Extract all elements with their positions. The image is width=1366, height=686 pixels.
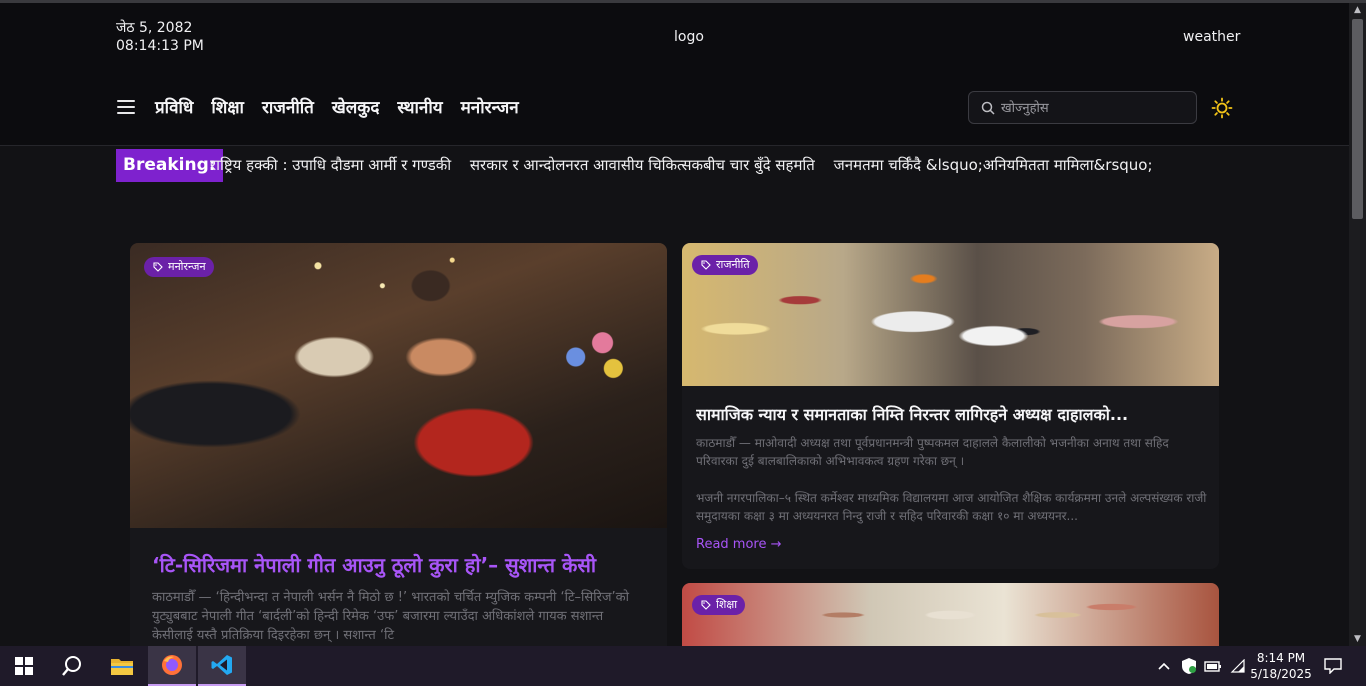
search-box bbox=[968, 91, 1197, 124]
taskbar-clock[interactable]: 8:14 PM 5/18/2025 bbox=[1250, 650, 1312, 682]
firefox-icon bbox=[162, 655, 182, 675]
search-icon bbox=[981, 101, 995, 115]
category-tag-label: राजनीति bbox=[716, 258, 750, 271]
notification-center-icon[interactable] bbox=[1324, 646, 1342, 686]
nav-links: प्रविधि शिक्षा राजनीति खेलकुद स्थानीय मन… bbox=[155, 95, 519, 118]
featured-article-title[interactable]: ‘टि-सिरिजमा नेपाली गीत आउनु ठूलो कुरा हो… bbox=[152, 551, 596, 578]
taskbar-search-button[interactable] bbox=[48, 646, 96, 686]
read-more-link[interactable]: Read more → bbox=[696, 537, 782, 552]
article-excerpt-continued: भजनी नगरपालिका–५ स्थित कर्मेश्वर माध्यमि… bbox=[696, 491, 1207, 523]
nav-item-technology[interactable]: प्रविधि bbox=[155, 95, 193, 118]
taskbar-firefox[interactable] bbox=[148, 646, 196, 686]
windows-taskbar: 8:14 PM 5/18/2025 bbox=[0, 646, 1366, 686]
weather-widget: weather bbox=[1183, 29, 1241, 45]
breaking-label: Breaking: bbox=[116, 149, 223, 182]
start-button[interactable] bbox=[0, 646, 48, 686]
nepali-date: जेठ 5, 2082 bbox=[116, 20, 193, 36]
nav-item-sports[interactable]: खेलकुद bbox=[332, 95, 380, 118]
ticker-item[interactable]: जनमतमा चर्किँदै &lsquo;अनियमितता मामिला&… bbox=[834, 156, 1153, 174]
scrollbar-thumb[interactable] bbox=[1352, 19, 1363, 219]
windows-logo-icon bbox=[15, 657, 33, 675]
tag-icon bbox=[153, 262, 163, 272]
category-tag-label: शिक्षा bbox=[716, 598, 738, 611]
site-logo[interactable]: logo bbox=[674, 29, 704, 45]
scroll-down-arrow-icon[interactable]: ▼ bbox=[1349, 632, 1366, 646]
taskbar-file-explorer[interactable] bbox=[98, 646, 146, 686]
main-nav: प्रविधि शिक्षा राजनीति खेलकुद स्थानीय मन… bbox=[0, 73, 1349, 146]
hamburger-menu-icon[interactable] bbox=[117, 100, 135, 114]
article-card[interactable]: राजनीति सामाजिक न्याय र समानताका निम्ति … bbox=[682, 243, 1219, 569]
nav-item-politics[interactable]: राजनीति bbox=[262, 95, 314, 118]
ticker-item[interactable]: सरकार र आन्दोलनरत आवासीय चिकित्सकबीच चार… bbox=[470, 156, 815, 174]
article-title[interactable]: सामाजिक न्याय र समानताका निम्ति निरन्तर … bbox=[696, 403, 1208, 425]
nav-item-entertainment[interactable]: मनोरन्जन bbox=[461, 95, 519, 118]
folder-icon bbox=[111, 659, 133, 675]
security-shield-icon[interactable] bbox=[1181, 646, 1197, 686]
article-image[interactable] bbox=[682, 583, 1219, 646]
search-icon bbox=[62, 656, 81, 676]
taskbar-date: 5/18/2025 bbox=[1250, 667, 1312, 681]
article-image[interactable] bbox=[682, 243, 1219, 386]
nav-item-local[interactable]: स्थानीय bbox=[397, 95, 442, 118]
tag-icon bbox=[701, 600, 711, 610]
page-scrollbar[interactable]: ▲ ▼ bbox=[1349, 3, 1366, 646]
search-input[interactable] bbox=[1001, 96, 1186, 120]
ticker-item[interactable]: राष्ट्रिय हक्की : उपाधि दौडमा आर्मी र गण… bbox=[210, 156, 451, 174]
wifi-icon[interactable] bbox=[1230, 646, 1246, 686]
breaking-news-bar: Breaking: राष्ट्रिय हक्की : उपाधि दौडमा … bbox=[0, 146, 1349, 188]
current-time: 08:14:13 PM bbox=[116, 38, 204, 54]
taskbar-vscode[interactable] bbox=[198, 646, 246, 686]
article-card[interactable]: शिक्षा bbox=[682, 583, 1219, 646]
theme-toggle-sun-icon[interactable] bbox=[1211, 97, 1233, 119]
featured-article-excerpt: काठमाडौँ — ‘हिन्दीभन्दा त नेपाली भर्सन न… bbox=[152, 590, 630, 643]
featured-article-image[interactable] bbox=[130, 243, 667, 528]
vscode-icon bbox=[211, 655, 232, 675]
tag-icon bbox=[701, 260, 711, 270]
web-page: जेठ 5, 2082 08:14:13 PM logo weather प्र… bbox=[0, 3, 1349, 646]
category-tag[interactable]: मनोरन्जन bbox=[144, 257, 214, 277]
category-tag[interactable]: शिक्षा bbox=[692, 595, 746, 615]
scroll-up-arrow-icon[interactable]: ▲ bbox=[1349, 3, 1366, 17]
header-top: जेठ 5, 2082 08:14:13 PM logo weather bbox=[0, 3, 1349, 73]
tray-overflow-chevron-icon[interactable] bbox=[1157, 646, 1171, 686]
nav-item-education[interactable]: शिक्षा bbox=[211, 95, 244, 118]
category-tag[interactable]: राजनीति bbox=[692, 255, 758, 275]
taskbar-time: 8:14 PM bbox=[1256, 651, 1306, 665]
battery-icon[interactable] bbox=[1204, 646, 1222, 686]
news-ticker: राष्ट्रिय हक्की : उपाधि दौडमा आर्मी र गण… bbox=[210, 149, 1234, 182]
article-excerpt: काठमाडौँ — माओवादी अध्यक्ष तथा पूर्वप्रध… bbox=[696, 436, 1169, 468]
category-tag-label: मनोरन्जन bbox=[168, 260, 206, 273]
featured-article-card[interactable]: मनोरन्जन ‘टि-सिरिजमा नेपाली गीत आउनु ठूल… bbox=[130, 243, 667, 646]
